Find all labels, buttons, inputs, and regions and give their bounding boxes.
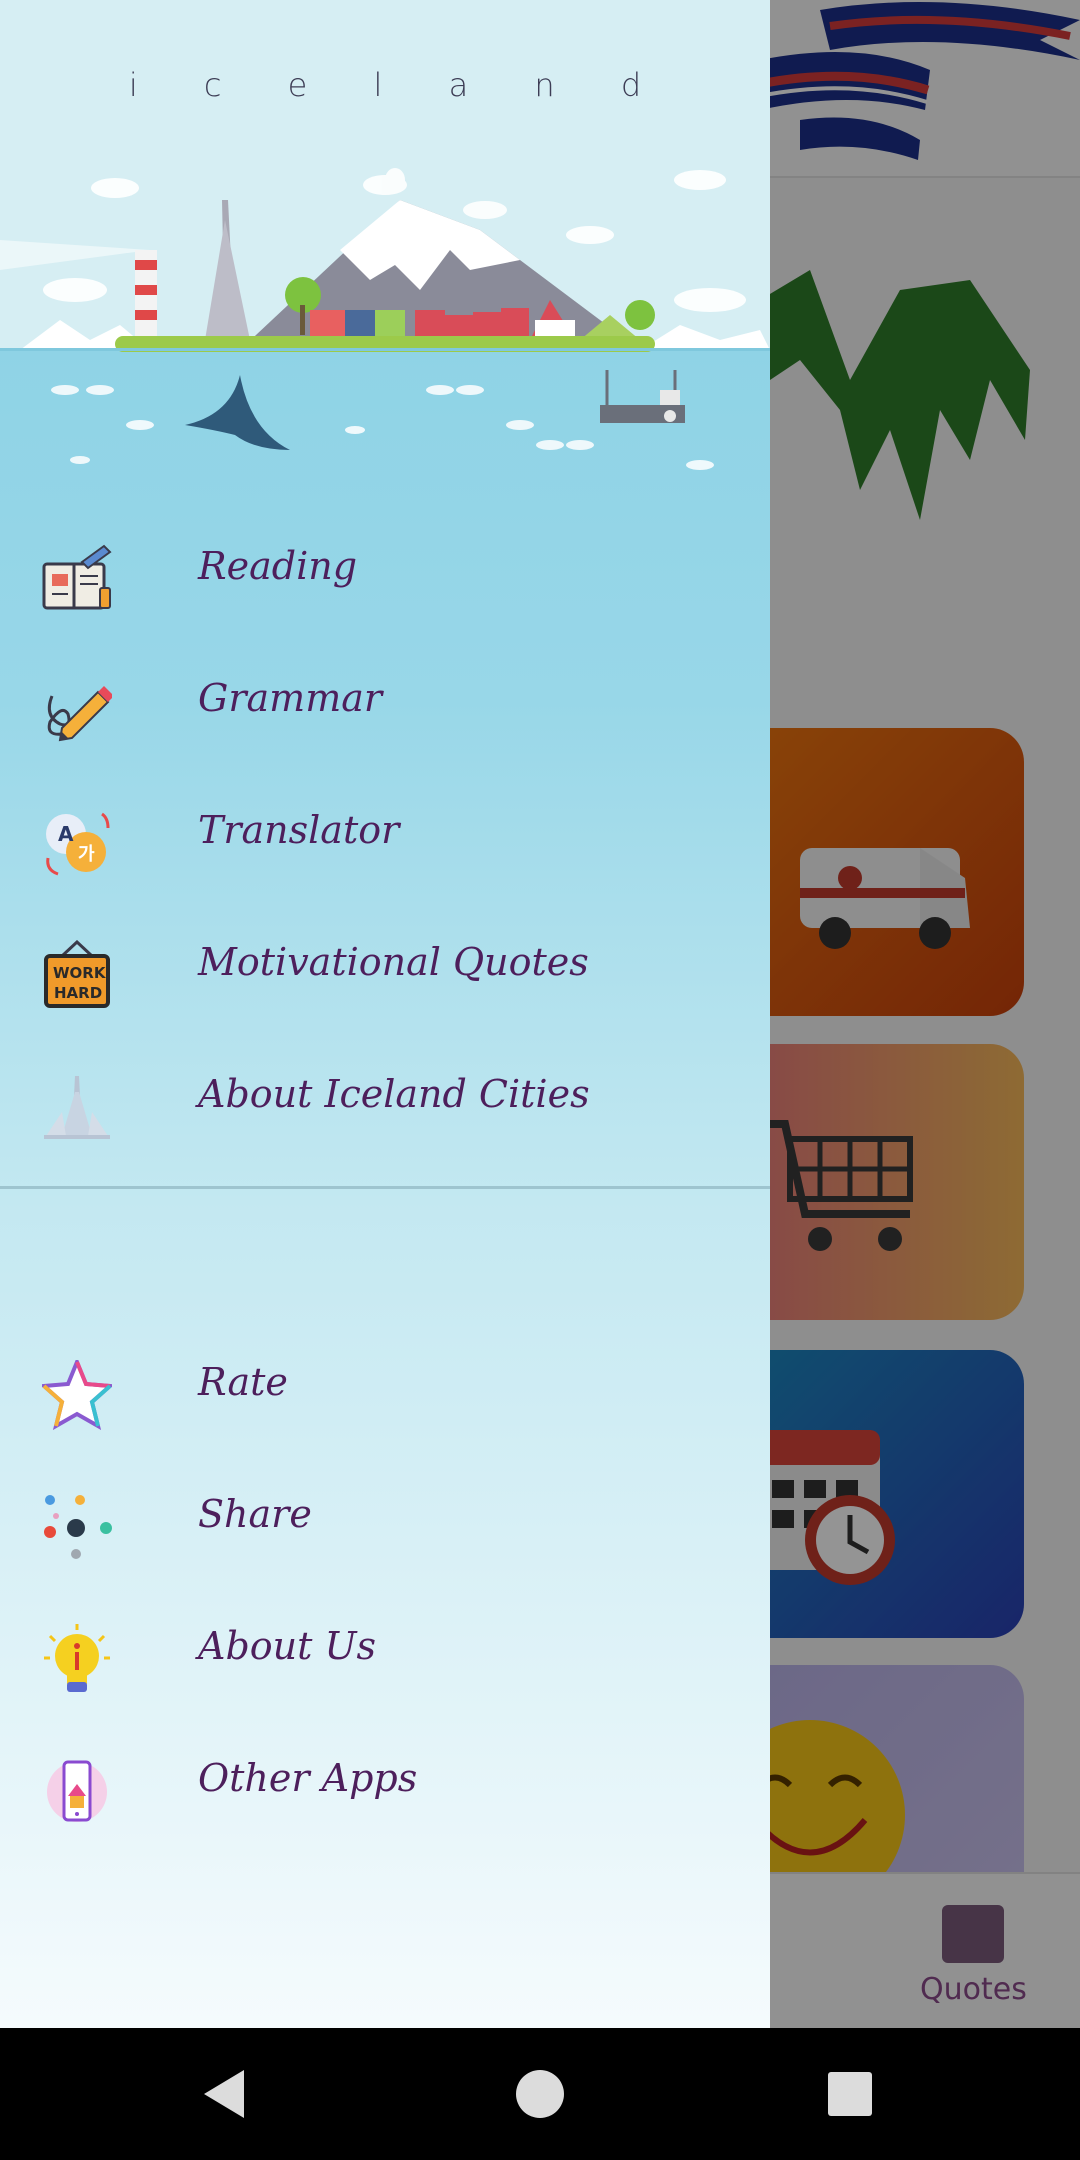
book-icon (42, 544, 112, 614)
iceland-landscape-illustration (0, 168, 770, 470)
menu-item-other-apps[interactable]: Other Apps (0, 1724, 770, 1844)
church-tower-icon (42, 1072, 112, 1142)
menu-item-label: Other Apps (198, 1756, 418, 1800)
menu-item-about-us[interactable]: About Us (0, 1592, 770, 1712)
home-icon[interactable] (504, 2058, 576, 2130)
work-hard-sign-icon: WORK HARD (42, 940, 112, 1010)
menu-item-label: Rate (198, 1360, 288, 1404)
pencil-icon (42, 676, 112, 746)
share-dots-icon (42, 1492, 112, 1562)
back-icon[interactable] (190, 2058, 262, 2130)
svg-text:가: 가 (78, 844, 95, 865)
star-icon (42, 1360, 112, 1430)
menu-item-motivational-quotes[interactable]: WORK HARD Motivational Quotes (0, 908, 770, 1028)
menu-item-label: About Us (198, 1624, 376, 1668)
recents-icon[interactable] (814, 2058, 886, 2130)
svg-text:HARD: HARD (54, 984, 102, 1002)
menu-item-translator[interactable]: A 가 Translator (0, 776, 770, 896)
system-navigation-bar (0, 2028, 1080, 2160)
menu-item-label: Grammar (198, 676, 383, 720)
phone-apps-icon (42, 1756, 112, 1826)
menu-item-label: Share (198, 1492, 312, 1536)
menu-item-label: Translator (198, 808, 400, 852)
menu-item-label: Motivational Quotes (198, 940, 589, 984)
menu-item-share[interactable]: Share (0, 1460, 770, 1580)
lightbulb-info-icon (42, 1624, 112, 1694)
menu-item-label: Reading (198, 544, 358, 588)
menu-item-rate[interactable]: Rate (0, 1328, 770, 1448)
drawer-divider (0, 1186, 770, 1189)
menu-item-reading[interactable]: Reading (0, 512, 770, 632)
navigation-drawer: i c e l a n d Reading Grammar A 가 Transl… (0, 0, 770, 2028)
menu-item-about-iceland-cities[interactable]: About Iceland Cities (0, 1040, 770, 1160)
svg-text:WORK: WORK (53, 964, 107, 982)
menu-item-grammar[interactable]: Grammar (0, 644, 770, 764)
svg-text:A: A (58, 822, 74, 846)
drawer-title: i c e l a n d (128, 66, 670, 104)
menu-item-label: About Iceland Cities (198, 1072, 590, 1116)
translate-icon: A 가 (42, 808, 112, 878)
